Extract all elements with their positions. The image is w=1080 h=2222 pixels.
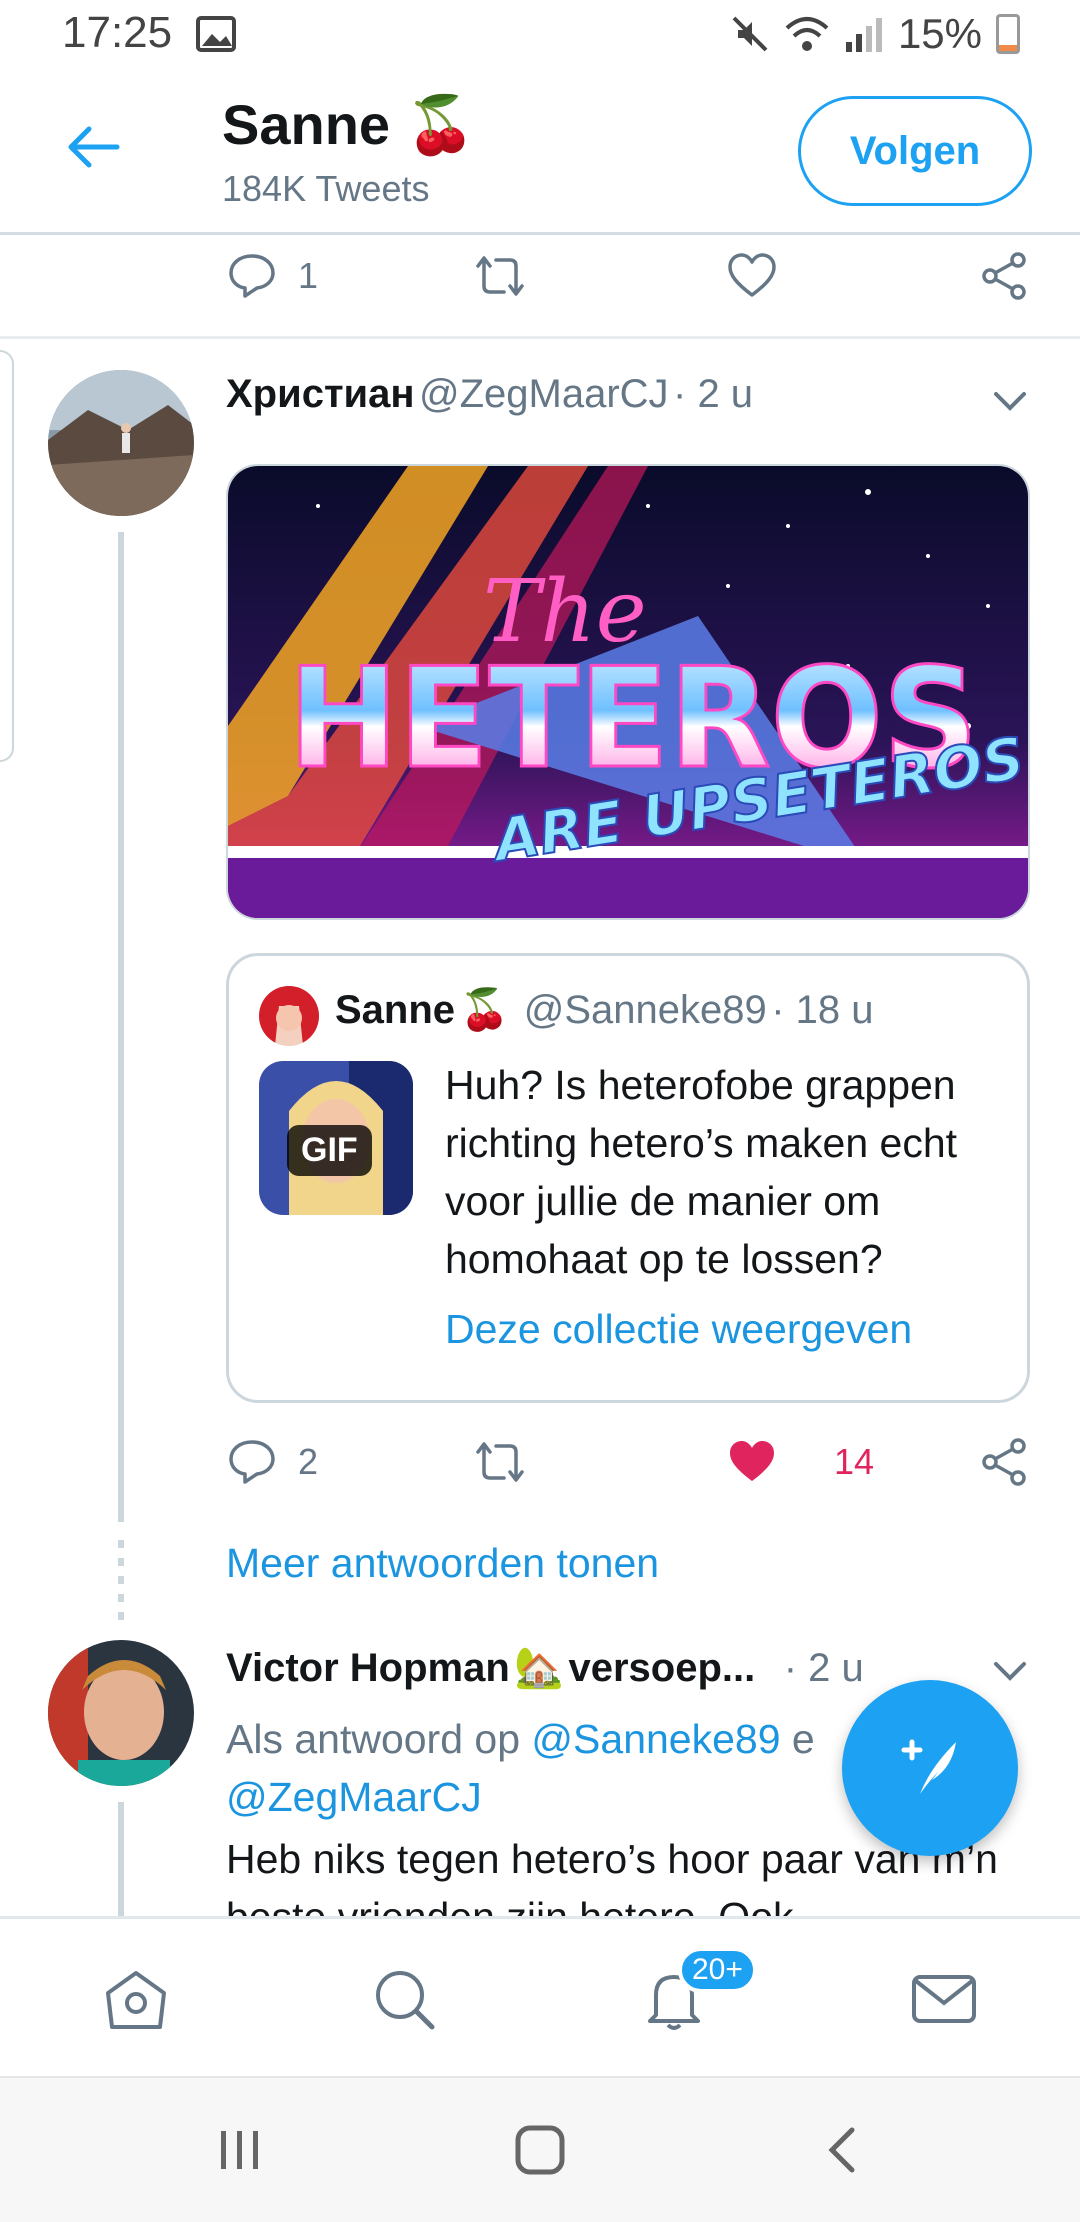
quoted-tweet[interactable]: Sanne 🍒 @Sanneke89 · 18 u GIF Huh? Is he…	[226, 953, 1030, 1403]
thread-line-dotted	[118, 1540, 124, 1620]
heart-filled-icon	[730, 1441, 774, 1481]
signal-icon	[845, 18, 882, 52]
quote-author-name: Sanne	[335, 988, 456, 1032]
share-button[interactable]	[978, 1422, 1030, 1502]
nav-search[interactable]	[324, 1919, 484, 2079]
side-tab	[0, 350, 14, 762]
retweet-icon	[476, 1442, 524, 1482]
thread-line	[118, 1802, 124, 1916]
share-icon	[982, 1438, 1026, 1486]
reply-button[interactable]: 2	[226, 1422, 318, 1502]
status-time: 17:25	[62, 8, 173, 57]
quote-time: · 18 u	[771, 988, 874, 1032]
recent-apps-button[interactable]	[190, 2108, 290, 2192]
heart-icon	[728, 253, 776, 297]
tweet-menu-button[interactable]	[986, 1646, 1034, 1694]
search-icon	[376, 1971, 435, 2030]
mail-icon	[912, 1975, 976, 2023]
reply-icon	[229, 254, 275, 298]
thread-line	[118, 532, 124, 1522]
in-reply-prefix: Als antwoord op	[226, 1716, 521, 1762]
gallery-icon	[196, 16, 236, 57]
home-square-icon	[515, 2125, 565, 2175]
nav-messages[interactable]	[864, 1919, 1024, 2079]
status-indicators: 15%	[730, 10, 1020, 58]
author-name-suffix: versoep...	[568, 1646, 756, 1690]
author-name[interactable]: Христиан	[226, 372, 415, 416]
gif-badge: GIF	[287, 1125, 372, 1176]
quote-avatar	[259, 986, 319, 1046]
battery-percent: 15%	[897, 10, 982, 57]
author-name[interactable]: Victor Hopman	[226, 1646, 510, 1690]
notifications-badge: 20+	[678, 1947, 757, 1993]
nav-home[interactable]	[56, 1919, 216, 2079]
retweet-icon	[476, 256, 524, 296]
in-reply-and: e	[791, 1716, 815, 1762]
follow-button[interactable]: Volgen	[798, 96, 1032, 206]
retweet-button[interactable]	[474, 236, 526, 316]
reply-count: 2	[298, 1441, 319, 1482]
reply-header: Victor Hopman 🏡 versoep... · 2 u	[226, 1644, 864, 1691]
tweet-menu-button[interactable]	[986, 376, 1034, 424]
tweet-header: Христиан @ZegMaarCJ · 2 u	[226, 372, 753, 417]
house-emoji: 🏡	[514, 1645, 565, 1691]
profile-header: Sanne 🍒 184K Tweets Volgen	[0, 72, 1080, 235]
bottom-navigation: 20+	[0, 1916, 1080, 2079]
share-icon	[982, 252, 1026, 300]
reply-icon	[229, 1440, 275, 1484]
chevron-left-icon	[828, 2127, 855, 2173]
wifi-icon	[785, 17, 829, 51]
retweet-button[interactable]	[474, 1422, 526, 1502]
cherry-emoji: 🍒	[459, 987, 510, 1033]
reply-button[interactable]: 1	[226, 236, 318, 316]
home-button[interactable]	[490, 2108, 590, 2192]
system-navigation	[0, 2076, 1080, 2222]
status-bar: 17:25 15%	[0, 0, 1080, 72]
home-icon	[106, 1971, 166, 2029]
like-button[interactable]	[726, 236, 778, 316]
like-button[interactable]: 14	[726, 1422, 874, 1502]
feather-plus-icon	[901, 1739, 956, 1794]
tweet-actions: 2 14	[0, 1422, 1080, 1502]
profile-name: Sanne 🍒	[222, 93, 476, 158]
battery-icon	[996, 14, 1020, 54]
prev-tweet-actions: 1	[0, 236, 1080, 316]
quote-header: Sanne 🍒 @Sanneke89 · 18 u	[335, 986, 874, 1033]
avatar[interactable]	[48, 1640, 194, 1786]
author-handle[interactable]: @ZegMaarCJ	[419, 372, 669, 416]
show-more-replies-link[interactable]: Meer antwoorden tonen	[226, 1540, 659, 1587]
divider	[0, 336, 1080, 339]
tweet-time: · 2 u	[673, 372, 754, 416]
share-button[interactable]	[978, 236, 1030, 316]
chevron-down-icon	[994, 392, 1026, 411]
quote-author-handle: @Sanneke89	[523, 988, 767, 1032]
tweet-count: 184K Tweets	[222, 168, 430, 209]
tweet-time: · 2 u	[783, 1646, 864, 1690]
reply-count: 1	[298, 255, 319, 296]
mention-link[interactable]: @ZegMaarCJ	[226, 1774, 482, 1820]
nav-notifications[interactable]: 20+	[594, 1919, 757, 2079]
chevron-down-icon	[994, 1662, 1026, 1681]
recent-apps-icon	[221, 2131, 258, 2169]
view-collection-link[interactable]: Deze collectie weergeven	[445, 1306, 912, 1353]
mute-icon	[732, 16, 768, 52]
back-system-button[interactable]	[792, 2108, 892, 2192]
avatar[interactable]	[48, 370, 194, 516]
mention-link[interactable]: @Sanneke89	[531, 1716, 780, 1762]
gif-thumbnail[interactable]: GIF	[259, 1061, 413, 1215]
cherry-emoji: 🍒	[405, 93, 476, 158]
tweet-image[interactable]: The HETEROS ARE UPSETEROS	[226, 464, 1030, 920]
like-count: 14	[834, 1441, 875, 1482]
arrow-left-icon	[68, 126, 120, 168]
quote-text: Huh? Is heterofobe grappen richting hete…	[445, 1062, 958, 1282]
compose-tweet-button[interactable]	[842, 1680, 1018, 1856]
back-button[interactable]	[58, 112, 128, 182]
